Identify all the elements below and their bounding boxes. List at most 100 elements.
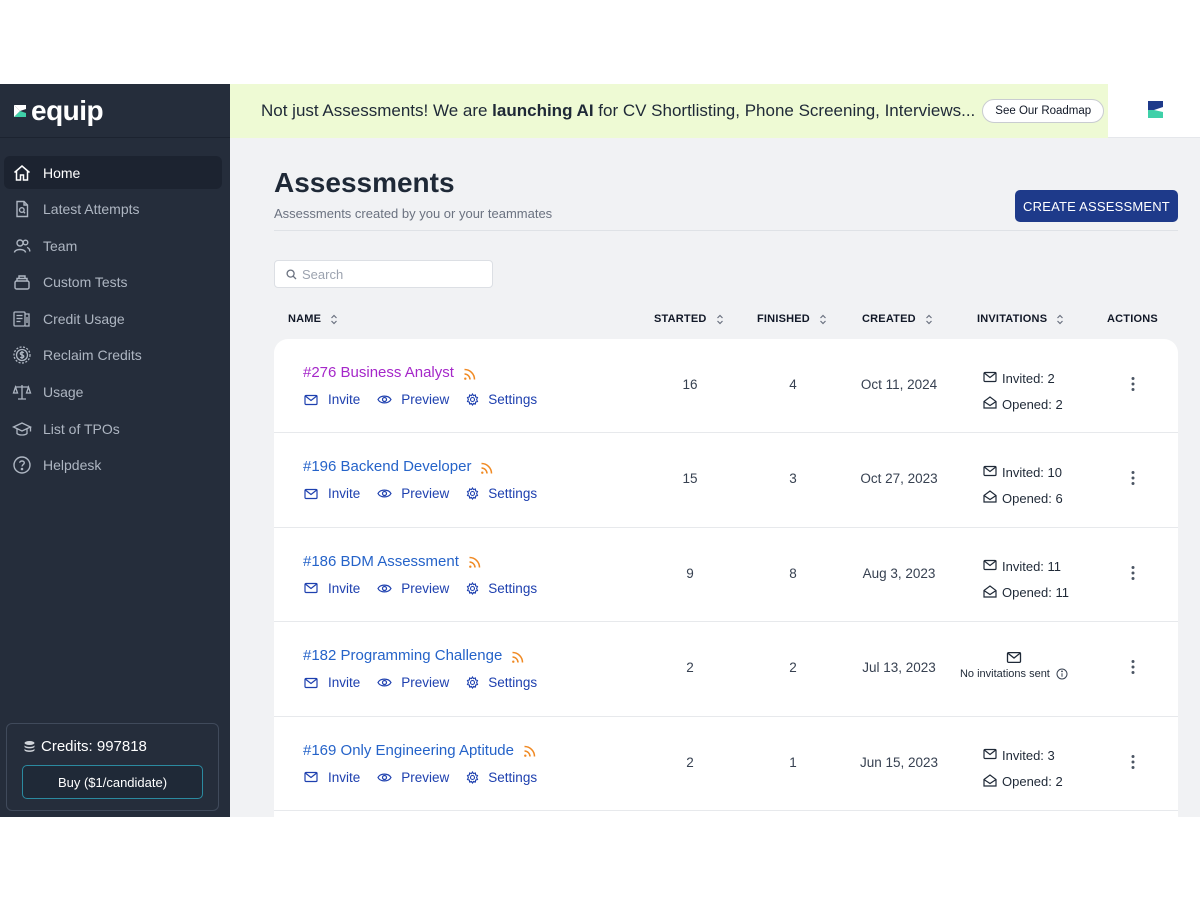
stack-icon — [12, 272, 32, 292]
dollar-circle-icon — [12, 345, 32, 365]
opened-count: Opened: 2 — [983, 391, 1063, 417]
invite-link[interactable]: Invite — [304, 675, 360, 690]
assessment-name-link[interactable]: #276 Business Analyst — [303, 364, 476, 381]
create-assessment-button[interactable]: CREATE ASSESSMENT — [1015, 190, 1178, 222]
credits-panel: Credits: 997818 Buy ($1/candidate) — [6, 723, 219, 811]
column-header-invitations[interactable]: INVITATIONS — [977, 313, 1064, 325]
column-header-name[interactable]: NAME — [288, 313, 338, 325]
sort-icon — [819, 314, 827, 325]
preview-link[interactable]: Preview — [377, 581, 449, 596]
rss-icon[interactable] — [480, 462, 493, 475]
search-input[interactable] — [302, 266, 482, 282]
invite-link[interactable]: Invite — [304, 770, 360, 785]
gear-icon — [466, 676, 484, 690]
eye-icon — [377, 583, 397, 594]
sidebar-item-helpdesk[interactable]: Helpdesk — [4, 449, 222, 482]
rss-icon[interactable] — [523, 745, 536, 758]
sidebar-item-team[interactable]: Team — [4, 229, 222, 262]
assessment-name[interactable]: #196 Backend Developer — [303, 458, 471, 475]
finished-count: 2 — [789, 660, 797, 676]
assessment-name[interactable]: #182 Programming Challenge — [303, 647, 502, 664]
mail-icon — [958, 651, 1070, 664]
sidebar-item-usage[interactable]: Usage — [4, 376, 222, 409]
invite-link[interactable]: Invite — [304, 486, 360, 501]
settings-label: Settings — [488, 486, 538, 502]
gear-icon — [466, 487, 484, 501]
column-header-finished[interactable]: FINISHED — [757, 313, 827, 325]
created-date: Jul 13, 2023 — [862, 660, 936, 676]
invite-link[interactable]: Invite — [304, 392, 360, 407]
header-right — [1108, 84, 1200, 138]
invited-text: Invited: 3 — [1002, 748, 1055, 764]
assessment-name-link[interactable]: #169 Only Engineering Aptitude — [303, 742, 536, 759]
brand-mini-logo-icon[interactable] — [1148, 101, 1163, 118]
settings-link[interactable]: Settings — [466, 770, 537, 785]
rss-icon[interactable] — [463, 368, 476, 381]
invited-text: Invited: 2 — [1002, 370, 1055, 386]
more-options-icon[interactable] — [1125, 376, 1141, 396]
invite-link[interactable]: Invite — [304, 581, 360, 596]
more-options-icon[interactable] — [1125, 565, 1141, 585]
rss-icon[interactable] — [511, 651, 524, 664]
preview-link[interactable]: Preview — [377, 392, 449, 407]
sidebar-item-custom-tests[interactable]: Custom Tests — [4, 266, 222, 299]
page-subtitle: Assessments created by you or your teamm… — [274, 206, 553, 221]
rss-icon[interactable] — [468, 556, 481, 569]
app-frame: equip Home Latest Attempts Team Custom T… — [0, 84, 1200, 817]
settings-link[interactable]: Settings — [466, 581, 537, 596]
coins-icon — [24, 740, 35, 752]
sidebar-item-label: List of TPOs — [43, 420, 120, 437]
buy-credits-button[interactable]: Buy ($1/candidate) — [22, 765, 203, 799]
roadmap-button[interactable]: See Our Roadmap — [982, 99, 1105, 123]
row-actions: Invite Preview Settings — [304, 392, 554, 407]
mail-open-icon — [983, 396, 1002, 412]
column-label: ACTIONS — [1107, 313, 1158, 325]
preview-label: Preview — [401, 392, 450, 407]
settings-link[interactable]: Settings — [466, 675, 537, 690]
assessment-name[interactable]: #169 Only Engineering Aptitude — [303, 742, 514, 759]
help-circle-icon — [12, 455, 32, 475]
preview-link[interactable]: Preview — [377, 675, 449, 690]
no-invitations: No invitations sent — [958, 651, 1070, 680]
invitation-stats: Invited: 2 Opened: 2 — [983, 365, 1063, 417]
invitation-stats: Invited: 3 Opened: 2 — [983, 743, 1063, 795]
search-box — [274, 260, 493, 288]
more-options-icon[interactable] — [1125, 470, 1141, 490]
assessment-name-link[interactable]: #186 BDM Assessment — [303, 553, 481, 570]
assessment-name[interactable]: #276 Business Analyst — [303, 364, 454, 381]
settings-link[interactable]: Settings — [466, 486, 537, 501]
sidebar-item-list-of-tpos[interactable]: List of TPOs — [4, 412, 222, 445]
more-options-icon[interactable] — [1125, 659, 1141, 679]
assessment-name[interactable]: #186 BDM Assessment — [303, 553, 459, 570]
column-header-created[interactable]: CREATED — [862, 313, 933, 325]
sidebar-item-reclaim-credits[interactable]: Reclaim Credits — [4, 339, 222, 372]
settings-link[interactable]: Settings — [466, 392, 537, 407]
settings-label: Settings — [488, 392, 538, 407]
preview-label: Preview — [401, 675, 450, 691]
sidebar-item-home[interactable]: Home — [4, 156, 222, 189]
sidebar: equip Home Latest Attempts Team Custom T… — [0, 84, 230, 817]
mail-icon — [304, 582, 323, 594]
banner-text-before: Not just Assessments! We are — [261, 101, 493, 120]
created-date: Jun 15, 2023 — [859, 754, 939, 770]
announcement-banner: Not just Assessments! We are launching A… — [230, 84, 1108, 138]
info-icon[interactable] — [1056, 668, 1068, 680]
started-count: 2 — [686, 660, 694, 676]
sidebar-item-latest-attempts[interactable]: Latest Attempts — [4, 193, 222, 226]
started-count: 2 — [686, 754, 694, 770]
invite-label: Invite — [328, 769, 361, 785]
preview-label: Preview — [401, 580, 450, 596]
banner-text-after: for CV Shortlisting, Phone Screening, In… — [593, 101, 976, 120]
preview-link[interactable]: Preview — [377, 770, 449, 785]
table-row: #196 Backend Developer Invite Preview Se… — [274, 433, 1178, 528]
assessment-name-link[interactable]: #196 Backend Developer — [303, 458, 493, 475]
invitation-stats: Invited: 11 Opened: 11 — [983, 554, 1069, 606]
assessment-name-link[interactable]: #182 Programming Challenge — [303, 647, 524, 664]
sidebar-item-label: Usage — [43, 384, 84, 401]
logo[interactable]: equip — [0, 84, 230, 138]
column-label: NAME — [288, 313, 322, 325]
preview-link[interactable]: Preview — [377, 486, 449, 501]
sidebar-item-label: Latest Attempts — [43, 201, 140, 218]
more-options-icon[interactable] — [1125, 754, 1141, 774]
column-header-started[interactable]: STARTED — [654, 313, 724, 325]
